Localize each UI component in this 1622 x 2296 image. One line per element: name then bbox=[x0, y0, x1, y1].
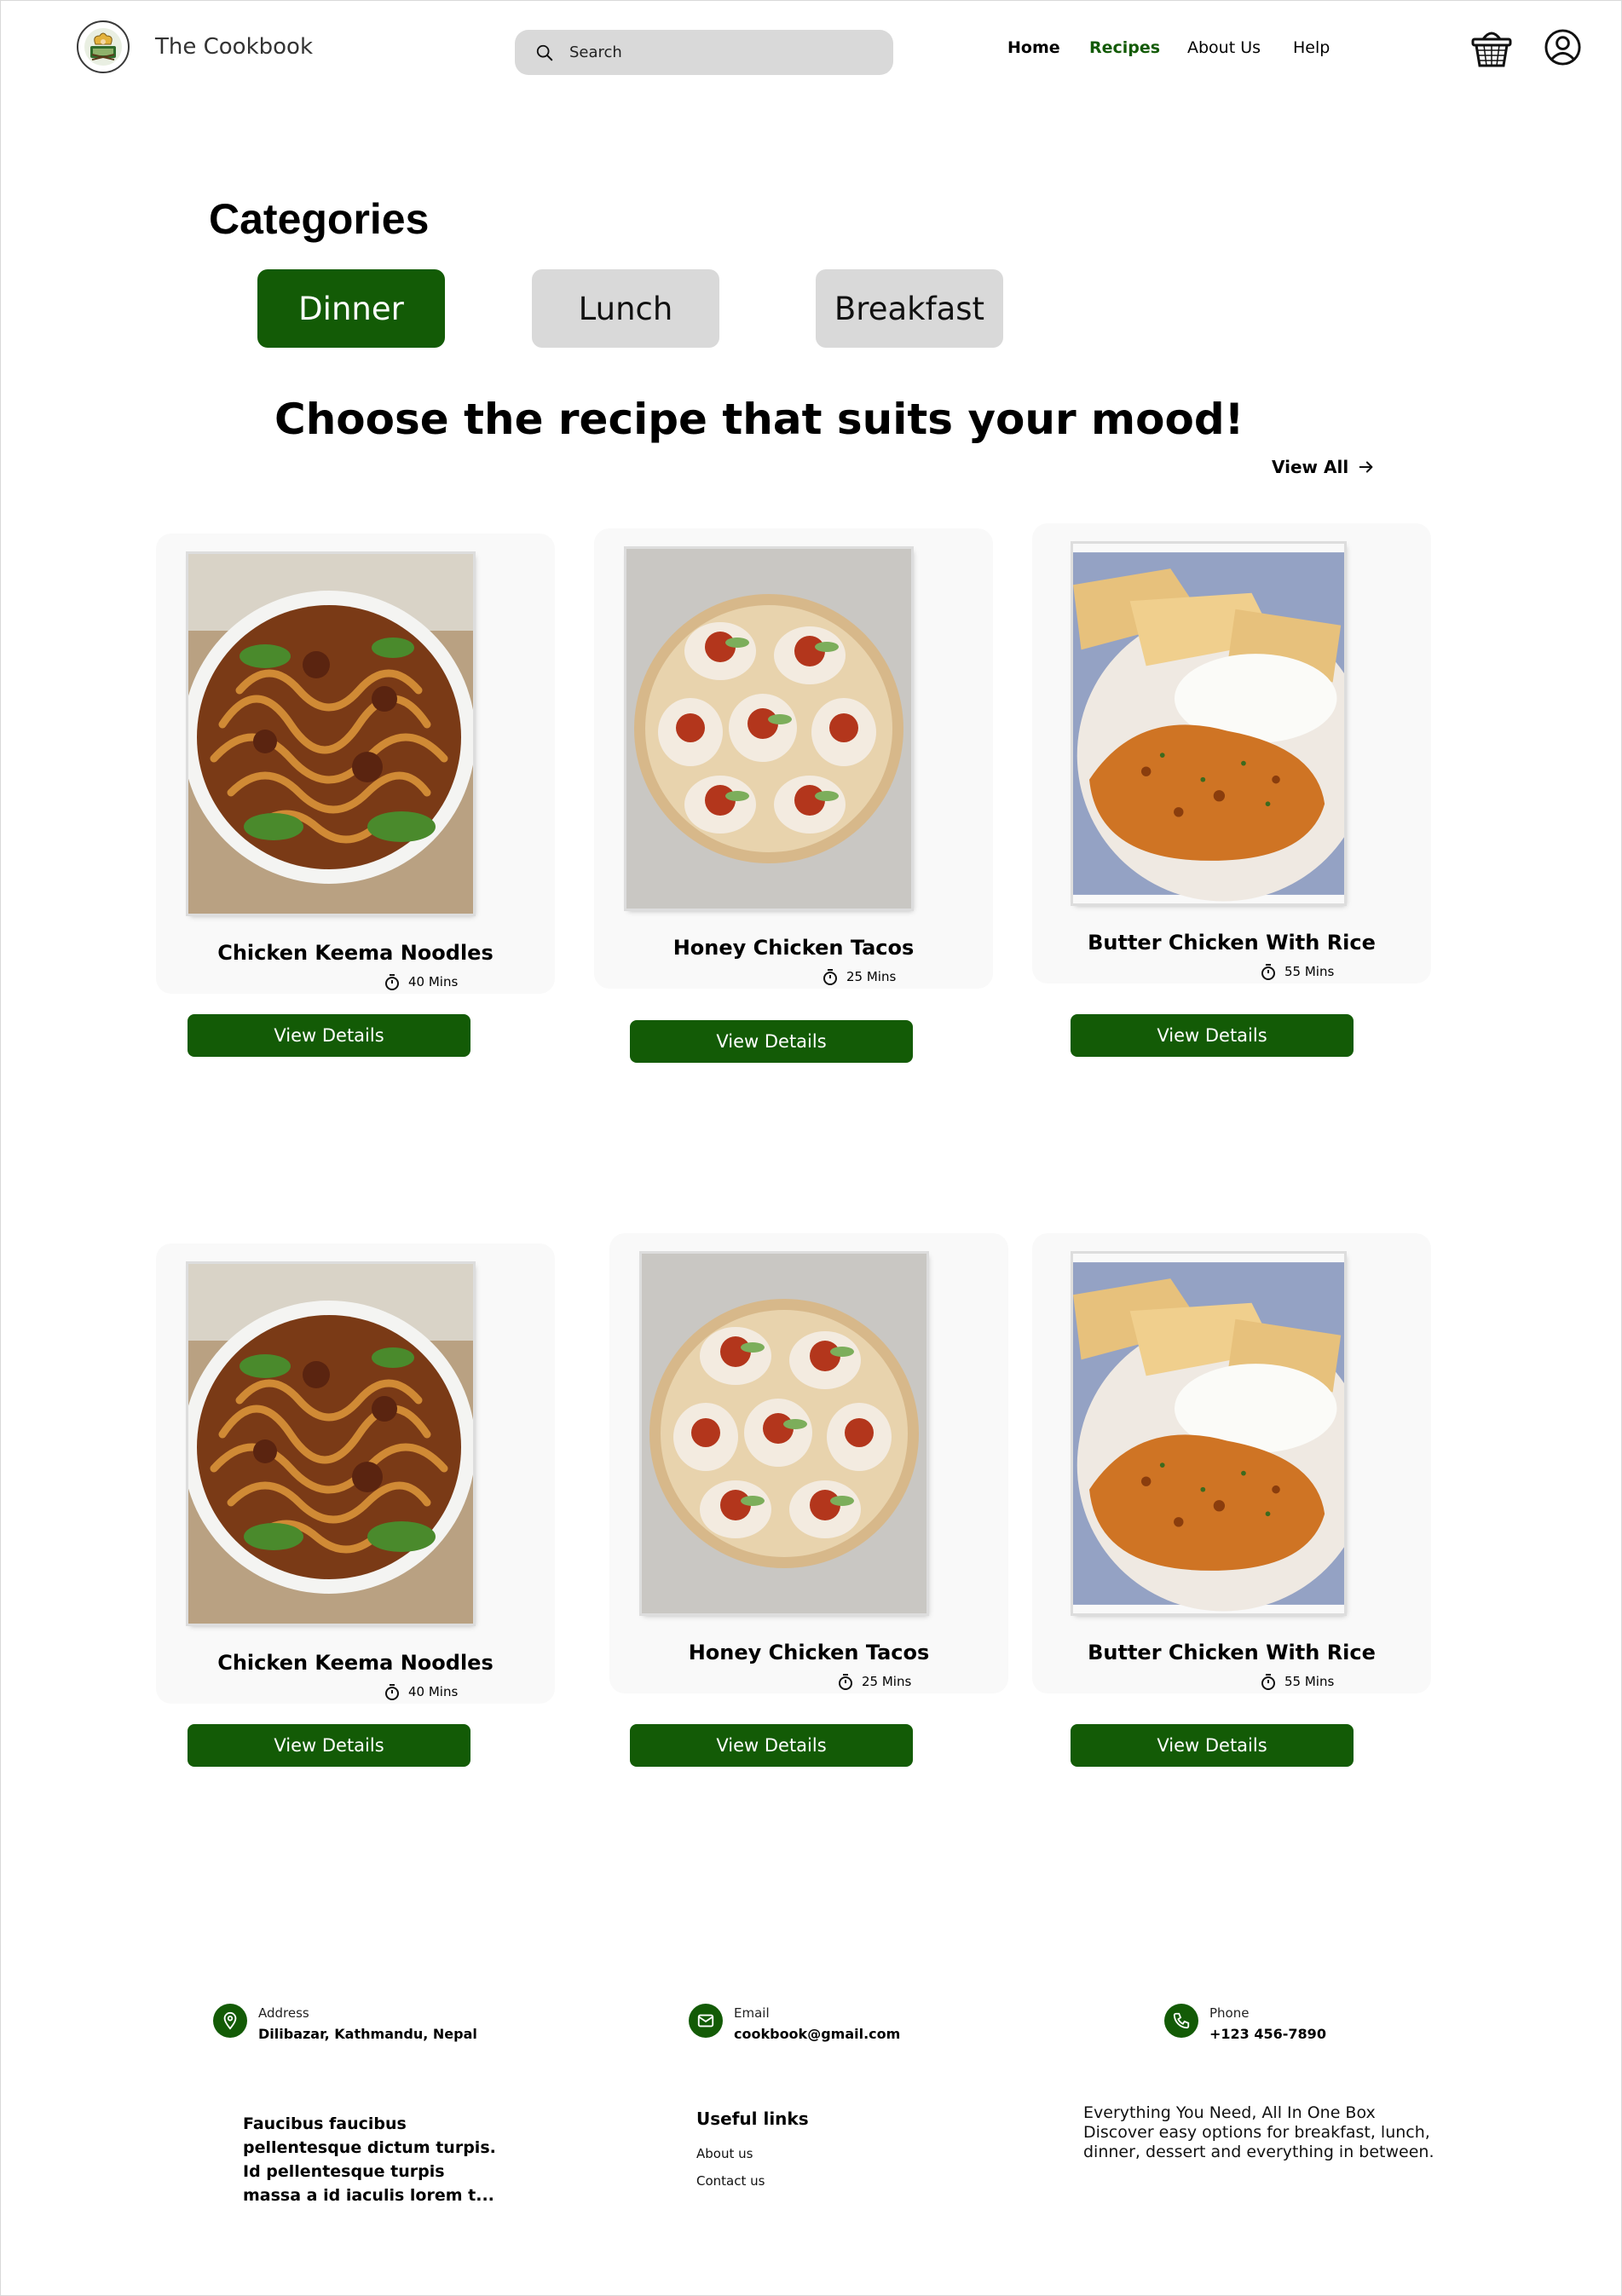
recipe-time: 55 Mins bbox=[1261, 963, 1334, 980]
arrow-right-icon bbox=[1359, 461, 1373, 473]
view-all-label: View All bbox=[1272, 457, 1349, 477]
recipe-card[interactable]: Chicken Keema Noodles 40 Mins bbox=[156, 534, 555, 994]
recipes-headline: Choose the recipe that suits your mood! bbox=[274, 395, 1244, 444]
contact-email: Email cookbook@gmail.com bbox=[689, 2004, 900, 2042]
nav-recipes[interactable]: Recipes bbox=[1089, 38, 1160, 57]
recipe-time-value: 40 Mins bbox=[408, 974, 459, 989]
contact-value: Dilibazar, Kathmandu, Nepal bbox=[258, 2026, 477, 2042]
footer-useful-links: Useful links About us Contact us bbox=[696, 2109, 809, 2201]
recipe-time: 25 Mins bbox=[823, 968, 896, 985]
recipe-time-value: 40 Mins bbox=[408, 1684, 459, 1699]
footer-about-line: dinner, dessert and everything in betwee… bbox=[1083, 2143, 1434, 2161]
location-pin-icon bbox=[213, 2004, 247, 2038]
nav-about-us[interactable]: About Us bbox=[1187, 38, 1261, 57]
search-bar[interactable] bbox=[515, 30, 893, 75]
recipe-time-value: 55 Mins bbox=[1284, 1674, 1335, 1689]
recipe-photo-butter-chicken bbox=[1073, 1254, 1344, 1613]
useful-links-heading: Useful links bbox=[696, 2109, 809, 2129]
view-details-button[interactable]: View Details bbox=[1071, 1724, 1354, 1767]
search-icon bbox=[536, 44, 553, 61]
recipe-photo-butter-chicken bbox=[1073, 544, 1344, 903]
recipe-time: 40 Mins bbox=[384, 1683, 458, 1700]
view-details-button[interactable]: View Details bbox=[630, 1724, 913, 1767]
recipe-time-value: 55 Mins bbox=[1284, 964, 1335, 979]
footer-about-line: Everything You Need, All In One Box bbox=[1083, 2103, 1376, 2122]
footer-link-about-us[interactable]: About us bbox=[696, 2146, 809, 2161]
brand-name[interactable]: The Cookbook bbox=[155, 34, 313, 60]
phone-icon bbox=[1164, 2004, 1198, 2038]
chef-logo-icon[interactable] bbox=[77, 20, 130, 73]
recipe-photo-noodles bbox=[188, 554, 473, 914]
recipe-photo-tacos bbox=[642, 1254, 926, 1613]
footer-about-line: Discover easy options for breakfast, lun… bbox=[1083, 2123, 1430, 2142]
category-breakfast-button[interactable]: Breakfast bbox=[816, 269, 1003, 348]
view-details-button[interactable]: View Details bbox=[630, 1020, 913, 1063]
shopping-basket-icon[interactable] bbox=[1470, 27, 1513, 68]
recipe-photo-noodles bbox=[188, 1264, 473, 1624]
stopwatch-icon bbox=[839, 1674, 852, 1690]
recipe-time: 55 Mins bbox=[1261, 1673, 1334, 1690]
view-details-button[interactable]: View Details bbox=[1071, 1014, 1354, 1057]
view-details-button[interactable]: View Details bbox=[188, 1014, 470, 1057]
mail-icon bbox=[689, 2004, 723, 2038]
recipe-card[interactable]: Honey Chicken Tacos 25 Mins bbox=[609, 1233, 1008, 1693]
stopwatch-icon bbox=[823, 969, 837, 985]
recipe-title: Honey Chicken Tacos bbox=[672, 936, 915, 960]
recipe-photo-tacos bbox=[626, 549, 911, 909]
category-lunch-button[interactable]: Lunch bbox=[532, 269, 719, 348]
view-details-button[interactable]: View Details bbox=[188, 1724, 470, 1767]
recipe-title: Butter Chicken With Rice bbox=[1088, 1641, 1376, 1664]
nav-help[interactable]: Help bbox=[1293, 38, 1330, 57]
recipe-title: Chicken Keema Noodles bbox=[217, 1651, 494, 1675]
category-dinner-button[interactable]: Dinner bbox=[257, 269, 445, 348]
recipe-title: Chicken Keema Noodles bbox=[217, 941, 494, 965]
stopwatch-icon bbox=[1261, 964, 1275, 980]
stopwatch-icon bbox=[385, 1684, 399, 1700]
page-frame bbox=[0, 0, 1622, 2296]
recipe-card[interactable]: Butter Chicken With Rice 55 Mins bbox=[1032, 523, 1431, 984]
recipe-time: 25 Mins bbox=[838, 1673, 911, 1690]
recipe-title: Butter Chicken With Rice bbox=[1088, 931, 1376, 955]
contact-label: Email bbox=[734, 2005, 770, 2021]
footer-about: Everything You Need, All In One Box Disc… bbox=[1083, 2103, 1458, 2162]
recipe-time-value: 25 Mins bbox=[846, 969, 897, 984]
view-all-link[interactable]: View All bbox=[1272, 457, 1376, 477]
recipe-title: Honey Chicken Tacos bbox=[688, 1641, 930, 1664]
contact-label: Phone bbox=[1209, 2005, 1250, 2021]
contact-phone: Phone +123 456-7890 bbox=[1164, 2004, 1326, 2042]
contact-address: Address Dilibazar, Kathmandu, Nepal bbox=[213, 2004, 477, 2042]
nav-home[interactable]: Home bbox=[1007, 38, 1060, 57]
footer-blurb: Faucibus faucibus pellentesque dictum tu… bbox=[243, 2114, 496, 2205]
contact-label: Address bbox=[258, 2005, 309, 2021]
recipe-card[interactable]: Chicken Keema Noodles 40 Mins bbox=[156, 1243, 555, 1704]
recipe-card[interactable]: Honey Chicken Tacos 25 Mins bbox=[594, 528, 993, 989]
contact-value[interactable]: +123 456-7890 bbox=[1209, 2026, 1326, 2042]
search-input[interactable] bbox=[569, 43, 876, 61]
contact-value[interactable]: cookbook@gmail.com bbox=[734, 2026, 900, 2042]
footer-link-contact-us[interactable]: Contact us bbox=[696, 2173, 809, 2189]
recipe-time-value: 25 Mins bbox=[862, 1674, 912, 1689]
stopwatch-icon bbox=[385, 974, 399, 990]
categories-heading: Categories bbox=[209, 195, 430, 243]
recipe-card[interactable]: Butter Chicken With Rice 55 Mins bbox=[1032, 1233, 1431, 1693]
user-profile-icon[interactable] bbox=[1544, 28, 1582, 66]
recipe-time: 40 Mins bbox=[384, 973, 458, 990]
stopwatch-icon bbox=[1261, 1674, 1275, 1690]
